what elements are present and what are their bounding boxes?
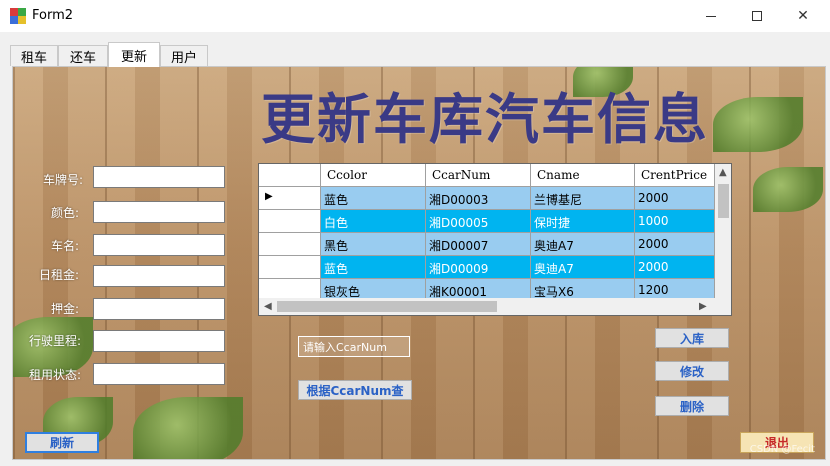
update-panel: 更新车库汽车信息 车牌号: 颜色: 车名: 日租金: 押金: 行驶里程: 租用状… [12, 66, 826, 460]
vertical-scroll-thumb[interactable] [718, 184, 729, 218]
car-data-grid[interactable]: Ccolor CcarNum Cname CrentPrice ▶ 蓝色 湘D0… [258, 163, 732, 316]
row-header[interactable] [259, 210, 321, 233]
rent-status-field[interactable] [93, 363, 225, 385]
table-row[interactable]: 白色 湘D00005 保时捷 1000 [259, 210, 715, 233]
table-cell[interactable]: 兰博基尼 [531, 187, 635, 210]
scroll-up-icon[interactable]: ▲ [719, 167, 727, 178]
scroll-right-icon[interactable]: ▶ [699, 301, 707, 312]
watermark: CSDN @Fecit [749, 444, 815, 455]
label-mileage: 行驶里程: [28, 334, 81, 348]
table-cell[interactable]: 湘D00007 [426, 233, 531, 256]
plate-field[interactable] [93, 166, 225, 188]
table-cell[interactable]: 2000 [635, 187, 715, 210]
car-name-field[interactable] [93, 234, 225, 256]
carnum-search-input[interactable]: 请输入CcarNum [298, 336, 410, 357]
table-cell[interactable]: 湘D00005 [426, 210, 531, 233]
table-cell[interactable]: 黑色 [321, 233, 426, 256]
column-header[interactable]: CcarNum [426, 164, 531, 187]
label-deposit: 押金: [50, 302, 79, 316]
insert-button[interactable]: 入库 [655, 328, 729, 348]
table-cell[interactable]: 保时捷 [531, 210, 635, 233]
current-row-icon: ▶ [259, 187, 321, 210]
table-cell[interactable]: 奥迪A7 [531, 256, 635, 279]
column-header[interactable]: CrentPrice [635, 164, 715, 187]
table-cell[interactable]: 2000 [635, 256, 715, 279]
label-daily-rent: 日租金: [38, 268, 79, 282]
tab-rent[interactable]: 租车 [10, 45, 58, 66]
delete-button[interactable]: 删除 [655, 396, 729, 416]
maximize-button[interactable] [734, 0, 780, 32]
table-cell[interactable]: 湘D00003 [426, 187, 531, 210]
close-button[interactable]: ✕ [780, 0, 826, 32]
close-icon: ✕ [797, 8, 809, 24]
table-row[interactable]: ▶ 蓝色 湘D00003 兰博基尼 2000 [259, 187, 715, 210]
row-header[interactable] [259, 256, 321, 279]
table-cell[interactable]: 1000 [635, 210, 715, 233]
refresh-button[interactable]: 刷新 [25, 432, 99, 453]
leaf-decoration [133, 397, 243, 459]
corner-header [259, 164, 321, 187]
table-cell[interactable]: 奥迪A7 [531, 233, 635, 256]
title-bar: Form2 ✕ [0, 0, 830, 32]
label-plate: 车牌号: [42, 173, 83, 187]
modify-button[interactable]: 修改 [655, 361, 729, 381]
vertical-scrollbar[interactable]: ▲ [715, 164, 731, 298]
maximize-icon [752, 11, 762, 21]
app-icon [10, 8, 26, 24]
daily-rent-field[interactable] [93, 265, 225, 287]
table-row[interactable]: 黑色 湘D00007 奥迪A7 2000 [259, 233, 715, 256]
horizontal-scrollbar[interactable]: ◀ ▶ [259, 298, 731, 315]
table-cell[interactable]: 蓝色 [321, 187, 426, 210]
page-heading: 更新车库汽车信息 [261, 87, 709, 151]
search-by-carnum-button[interactable]: 根据CcarNum查 [298, 380, 412, 400]
table-row[interactable]: 蓝色 湘D00009 奥迪A7 2000 [259, 256, 715, 279]
table-cell[interactable]: 白色 [321, 210, 426, 233]
column-header[interactable]: Ccolor [321, 164, 426, 187]
window-title: Form2 [32, 8, 74, 23]
horizontal-scroll-thumb[interactable] [277, 301, 497, 312]
table-cell[interactable]: 蓝色 [321, 256, 426, 279]
deposit-field[interactable] [93, 298, 225, 320]
tab-user[interactable]: 用户 [160, 45, 208, 66]
table-cell[interactable]: 湘D00009 [426, 256, 531, 279]
mileage-field[interactable] [93, 330, 225, 352]
minimize-button[interactable] [688, 0, 734, 32]
label-color: 颜色: [50, 206, 79, 220]
row-header[interactable] [259, 233, 321, 256]
table-cell[interactable]: 2000 [635, 233, 715, 256]
scroll-left-icon[interactable]: ◀ [264, 301, 272, 312]
tab-update[interactable]: 更新 [108, 42, 160, 67]
minimize-icon [706, 15, 716, 17]
grid-header-row: Ccolor CcarNum Cname CrentPrice [259, 164, 715, 187]
color-field[interactable] [93, 201, 225, 223]
leaf-decoration [753, 167, 823, 212]
label-rent-status: 租用状态: [28, 368, 81, 382]
column-header[interactable]: Cname [531, 164, 635, 187]
tab-return[interactable]: 还车 [58, 45, 108, 66]
leaf-decoration [713, 97, 803, 152]
label-name: 车名: [50, 239, 79, 253]
